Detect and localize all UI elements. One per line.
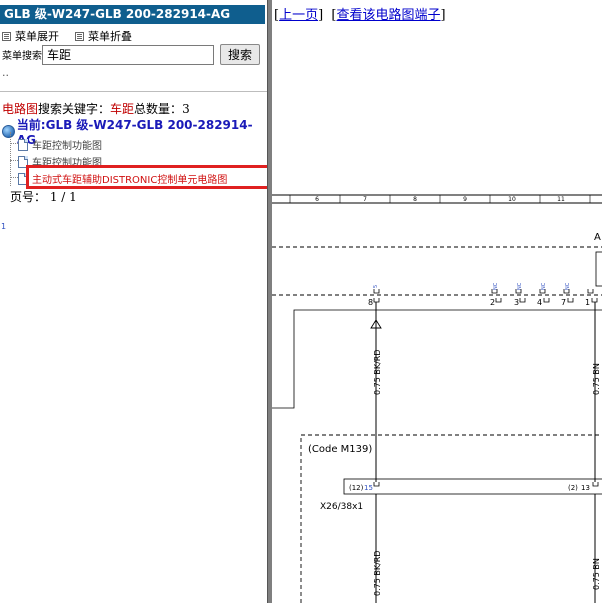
col-number: 7 [363,196,367,203]
search-row: 菜单搜索 搜索 [2,44,260,65]
diagram-panel: [上一页] [查看该电路图端子] 6 7 8 9 10 11 A NC NC N… [272,0,602,603]
dots-text: .. [2,66,9,79]
connector-name: X26/38x1 [320,502,363,512]
page-label: 页号： [10,190,47,204]
pin-number: 4 [537,298,542,307]
tree-connector [10,177,18,178]
pin-number: 7 [561,298,566,307]
result-keyword-label: 搜索关键字： [38,102,111,116]
tree-connector [10,143,18,144]
col-number: 9 [463,196,467,203]
pin-number: 3 [514,298,519,307]
result-count: 3 [182,102,190,116]
result-category: 电路图 [2,102,39,116]
pin-number: 8 [368,298,373,307]
wire-label: 0.75 BN [592,363,601,395]
pin-number: 2 [490,298,495,307]
col-number: 10 [508,196,516,203]
menu-panel: GLB 级-W247-GLB 200-282914-AG 700423 菜单展开… [0,0,267,603]
connector-num: (2) [568,484,578,492]
connector-pin: 13 [581,484,590,492]
tree-item-1[interactable]: 车距控制功能图 [18,137,102,152]
nc-label: NC [541,282,547,290]
selection-highlight [26,165,272,189]
col-number: 6 [315,196,319,203]
wire-label: 0.75 BK/RD [373,349,382,395]
wire-label: 0.75 BK/RD [373,550,382,596]
divider-line [0,91,267,92]
wire-label: 0.75 BN [592,558,601,590]
menu-collapse-label: 菜单折叠 [88,30,132,43]
vehicle-title: GLB 级-W247-GLB 200-282914-AG 700423 [0,5,265,40]
small-link-mark[interactable]: 1 [1,222,6,231]
expand-icon [2,31,11,41]
page-value: 1 / 1 [49,190,77,204]
connector-num: (12) [349,484,364,492]
search-label: 菜单搜索 [2,51,42,62]
collapse-icon [75,31,84,41]
pin-small-label: 5 [373,285,379,288]
component-label: A [594,232,601,243]
document-icon [18,138,28,151]
col-number: 8 [413,196,417,203]
globe-icon [2,125,15,138]
menu-expand-label: 菜单展开 [15,30,59,43]
search-result-summary: 电路图搜索关键字：车距总数量：3 [2,100,190,117]
search-button[interactable]: 搜索 [220,44,260,65]
result-keyword: 车距 [110,102,135,116]
tree-connector [10,160,18,161]
pin-number: 1 [585,298,590,307]
menu-toggle-row: 菜单展开 菜单折叠 [2,28,132,44]
nc-label: NC [565,282,571,290]
search-input[interactable] [42,44,214,65]
tree-item-label: 车距控制功能图 [32,141,102,152]
nc-label: NC [517,282,523,290]
menu-collapse-button[interactable]: 菜单折叠 [75,28,132,44]
result-count-label: 总数量： [134,102,183,116]
col-number: 11 [557,196,565,203]
menu-expand-button[interactable]: 菜单展开 [2,28,59,44]
page-indicator: 页号： 1 / 1 [10,188,77,205]
connector-pin: 15 [364,484,373,492]
circuit-diagram: 6 7 8 9 10 11 A NC NC NC NC 5 8 2 3 4 7 … [272,194,602,603]
nc-label: NC [493,282,499,290]
code-label: (Code M139) [308,444,372,455]
